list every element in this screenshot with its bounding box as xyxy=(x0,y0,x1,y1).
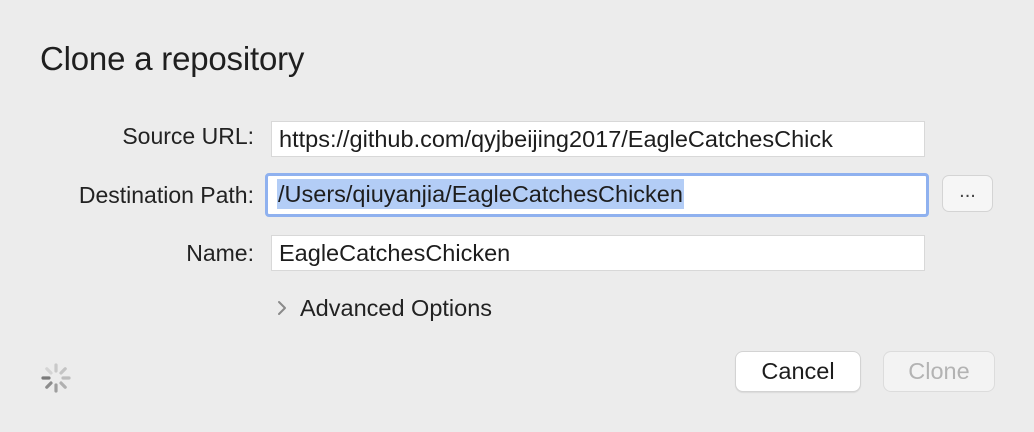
name-field[interactable]: EagleCatchesChicken xyxy=(271,235,925,271)
chevron-right-icon xyxy=(278,301,286,315)
advanced-options-toggle[interactable]: Advanced Options xyxy=(276,293,492,323)
advanced-options-label: Advanced Options xyxy=(300,294,493,321)
cancel-button[interactable]: Cancel xyxy=(735,351,861,392)
name-value: EagleCatchesChicken xyxy=(279,240,511,266)
clone-repository-dialog: Clone a repository Source URL: https://g… xyxy=(0,0,1034,432)
source-url-label: Source URL: xyxy=(122,123,254,149)
source-url-field[interactable]: https://github.com/qyjbeijing2017/EagleC… xyxy=(271,121,925,157)
browse-button[interactable]: ... xyxy=(942,175,993,212)
name-label: Name: xyxy=(186,240,254,266)
clone-button[interactable]: Clone xyxy=(883,351,995,392)
destination-path-field[interactable]: /Users/qiuyanjia/EagleCatchesChicken xyxy=(265,173,929,217)
destination-path-value: /Users/qiuyanjia/EagleCatchesChicken xyxy=(277,179,684,209)
spinner-icon xyxy=(41,363,71,393)
source-url-value: https://github.com/qyjbeijing2017/EagleC… xyxy=(279,126,833,152)
destination-path-label: Destination Path: xyxy=(78,182,254,208)
dialog-title: Clone a repository xyxy=(40,40,305,77)
